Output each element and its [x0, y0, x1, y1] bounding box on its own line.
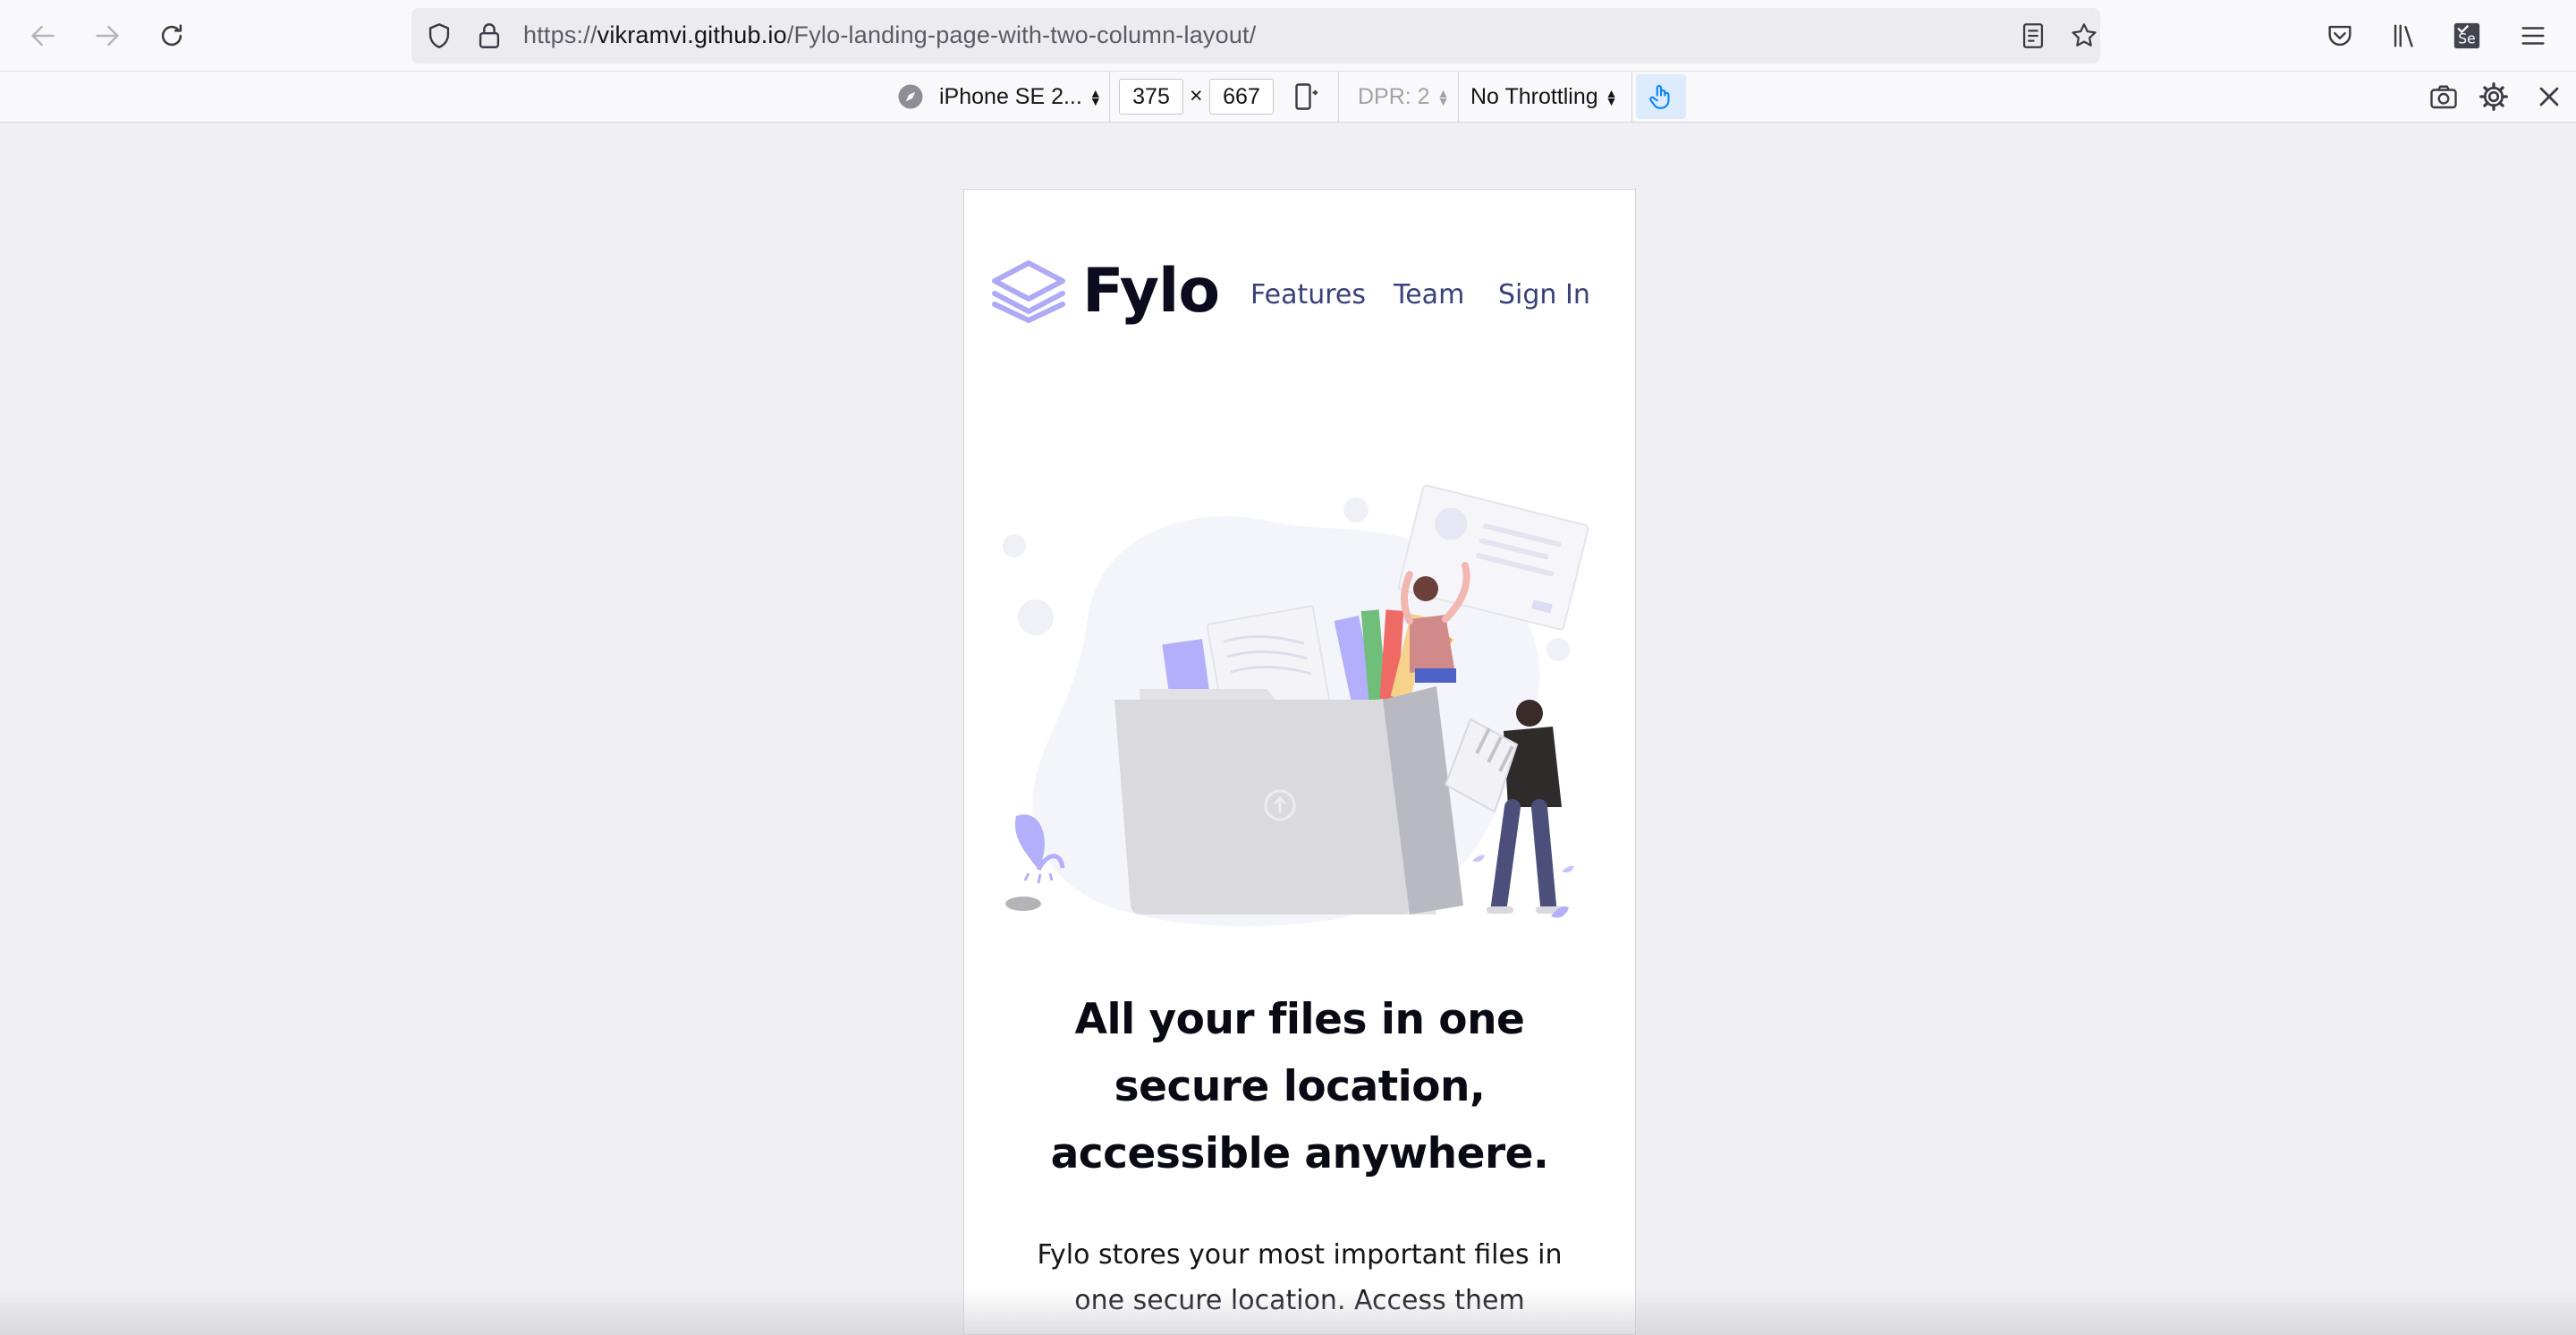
- throttling-label: No Throttling: [1470, 84, 1598, 109]
- divider: [1631, 72, 1632, 122]
- url-prefix: https://: [523, 21, 597, 48]
- bookmark-star-icon[interactable]: [2069, 21, 2099, 51]
- dpr-selector[interactable]: DPR: 2 ▲ ▼: [1358, 84, 1449, 110]
- pocket-icon[interactable]: [2320, 16, 2360, 55]
- responsive-design-toolbar: iPhone SE 2... ▲ ▼ 375 × 667 DPR: 2 ▲ ▼ No T…: [0, 72, 2576, 123]
- nav-team-link[interactable]: Team: [1394, 279, 1464, 310]
- device-viewport: Fylo Features Team Sign In All your file…: [963, 189, 1636, 1335]
- dpr-label: DPR: 2: [1358, 84, 1430, 109]
- nav-features-link[interactable]: Features: [1250, 279, 1366, 310]
- forward-arrow-icon[interactable]: [88, 16, 127, 55]
- hamburger-menu-icon[interactable]: [2513, 16, 2553, 55]
- dimension-times: ×: [1190, 83, 1203, 108]
- touch-simulation-icon[interactable]: [1636, 74, 1686, 119]
- shield-icon[interactable]: [424, 21, 454, 51]
- url-bar[interactable]: https://vikramvi.github.io/Fylo-landing-…: [411, 8, 2100, 64]
- divider: [1458, 72, 1459, 122]
- settings-gear-icon[interactable]: [2478, 81, 2510, 113]
- lock-icon[interactable]: [474, 21, 504, 51]
- library-icon[interactable]: [2385, 16, 2424, 55]
- device-selector[interactable]: iPhone SE 2... ▲ ▼: [939, 84, 1102, 110]
- compass-icon: [898, 84, 923, 109]
- nav-sign-in-link[interactable]: Sign In: [1498, 279, 1590, 310]
- url-text: https://vikramvi.github.io/Fylo-landing-…: [523, 21, 1256, 49]
- hero-illustration: [1003, 485, 1589, 927]
- browser-toolbar: https://vikramvi.github.io/Fylo-landing-…: [0, 0, 2576, 72]
- reload-icon[interactable]: [152, 16, 191, 55]
- device-name: iPhone SE 2...: [939, 84, 1082, 109]
- fylo-logo-icon: [992, 259, 1065, 323]
- reader-view-icon[interactable]: [2018, 21, 2048, 51]
- brand[interactable]: Fylo: [991, 256, 1220, 327]
- rotate-device-icon[interactable]: [1290, 81, 1322, 113]
- close-icon[interactable]: [2533, 81, 2565, 113]
- divider: [1338, 72, 1339, 122]
- brand-name: Fylo: [1082, 256, 1220, 327]
- url-path: /Fylo-landing-page-with-two-column-layou…: [786, 21, 1257, 48]
- selenium-extension-icon[interactable]: Se: [2447, 16, 2487, 55]
- hero-headline: All your files in one secure location, a…: [1050, 995, 1549, 1178]
- back-arrow-icon[interactable]: [23, 16, 63, 55]
- viewport-height-input[interactable]: 667: [1209, 79, 1274, 115]
- svg-text:Se: Se: [2458, 31, 2475, 47]
- hero-description: Fylo stores your most important files in…: [1037, 1239, 1563, 1316]
- divider: [1109, 72, 1110, 122]
- throttling-selector[interactable]: No Throttling ▲ ▼: [1470, 84, 1618, 110]
- url-host: vikramvi.github.io: [597, 21, 787, 48]
- viewport-width-input[interactable]: 375: [1119, 79, 1183, 115]
- screenshot-camera-icon[interactable]: [2428, 81, 2460, 113]
